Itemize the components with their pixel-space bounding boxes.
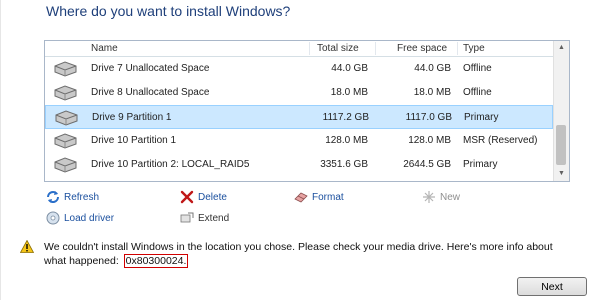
scrollbar-thumb[interactable] [556,125,566,165]
new-button[interactable]: New [422,190,460,204]
drive-name: Drive 7 Unallocated Space [91,63,210,74]
window-edge [0,0,1,300]
drive-type: Offline [463,87,492,98]
hard-drive-icon [55,110,78,126]
format-button[interactable]: Format [294,190,344,204]
load-driver-button[interactable]: Load driver [46,211,114,225]
drive-type: Offline [463,63,492,74]
extend-icon [180,212,194,223]
column-separator [375,42,376,55]
drive-row[interactable]: Drive 8 Unallocated Space 18.0 MB 18.0 M… [45,81,553,105]
column-free-space[interactable]: Free space [397,43,447,54]
drive-type: Primary [464,112,499,123]
extend-button[interactable]: Extend [180,211,229,225]
column-total-size[interactable]: Total size [317,43,359,54]
delete-button[interactable]: Delete [180,190,227,204]
hard-drive-icon [54,85,77,101]
column-name[interactable]: Name [91,43,118,54]
format-label: Format [312,191,344,203]
drive-free-space: 1117.0 GB [405,112,452,123]
drive-total-size: 1117.2 GB [322,112,369,123]
error-code: 0x80300024. [123,254,189,268]
drive-row-selected[interactable]: Drive 9 Partition 1 1117.2 GB 1117.0 GB … [45,105,553,129]
drive-total-size: 128.0 MB [325,135,368,146]
drive-free-space: 18.0 MB [413,87,451,98]
disc-icon [46,211,60,225]
drive-row[interactable]: Drive 7 Unallocated Space 44.0 GB 44.0 G… [45,57,553,81]
drive-row[interactable]: Drive 10 Partition 1 128.0 MB 128.0 MB M… [45,129,553,153]
eraser-icon [294,192,308,203]
sparkle-icon [423,191,435,203]
column-type[interactable]: Type [463,43,485,54]
hard-drive-icon [54,133,77,149]
load-driver-label: Load driver [64,212,115,224]
warning-icon [20,240,34,253]
hard-drive-icon [54,157,77,173]
hard-drive-icon [54,61,77,77]
drive-free-space: 2644.5 GB [403,159,451,170]
column-separator [309,42,310,55]
error-message-text: We couldn't install Windows in the locat… [44,241,553,267]
delete-x-icon [180,190,194,204]
refresh-icon [47,191,59,203]
drive-name: Drive 10 Partition 2: LOCAL_RAID5 [91,159,250,170]
drive-type: MSR (Reserved) [463,135,538,146]
delete-label: Delete [198,191,227,203]
drive-total-size: 18.0 MB [330,87,368,98]
scroll-down-arrow-icon[interactable]: ▼ [554,167,569,181]
drive-total-size: 3351.6 GB [320,159,368,170]
drive-name: Drive 8 Unallocated Space [91,87,210,98]
drive-name: Drive 9 Partition 1 [92,112,172,123]
error-message: We couldn't install Windows in the locat… [44,240,564,268]
vertical-scrollbar[interactable]: ▲ ▼ [553,41,569,181]
extend-label: Extend [198,212,230,224]
list-header: Name Total size Free space Type [45,41,553,57]
next-button[interactable]: Next [517,277,587,296]
drive-name: Drive 10 Partition 1 [91,135,177,146]
page-title: Where do you want to install Windows? [46,3,291,19]
drive-free-space: 128.0 MB [408,135,451,146]
drive-total-size: 44.0 GB [331,63,368,74]
drive-type: Primary [463,159,498,170]
refresh-button[interactable]: Refresh [46,190,99,204]
column-separator [457,42,458,55]
scroll-up-arrow-icon[interactable]: ▲ [554,41,569,55]
drive-free-space: 44.0 GB [414,63,451,74]
drive-row[interactable]: Drive 10 Partition 2: LOCAL_RAID5 3351.6… [45,153,553,177]
drive-list[interactable]: Name Total size Free space Type Drive 7 … [44,40,570,182]
new-label: New [440,191,461,203]
drive-rows: Drive 7 Unallocated Space 44.0 GB 44.0 G… [45,57,553,181]
refresh-label: Refresh [64,191,100,203]
